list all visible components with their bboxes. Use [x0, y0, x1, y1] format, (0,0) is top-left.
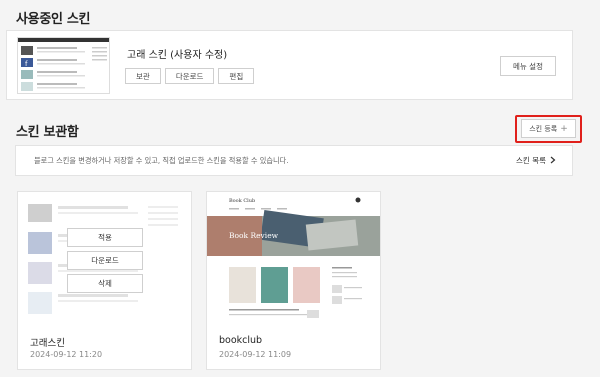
- info-bar: 블로그 스킨을 변경하거나 저장할 수 있고, 직접 업로드한 스킨을 적용할 …: [15, 145, 573, 176]
- info-text: 블로그 스킨을 변경하거나 저장할 수 있고, 직접 업로드한 스킨을 적용할 …: [34, 156, 289, 165]
- download-button[interactable]: 다운로드: [164, 68, 215, 84]
- archive-button[interactable]: 보관: [125, 68, 161, 84]
- skin-overlay-actions: 적용 다운로드 삭제: [67, 228, 143, 293]
- apply-button[interactable]: 적용: [67, 228, 143, 247]
- skin-list-label: 스킨 목록: [516, 156, 546, 165]
- register-skin-button[interactable]: 스킨 등록 +: [521, 119, 576, 138]
- skin-card[interactable]: 적용 다운로드 삭제 고래스킨 2024-09-12 11:20: [17, 191, 192, 370]
- skin-thumbnail: Book Club Book Review: [207, 192, 380, 324]
- skin-storage-title: 스킨 보관함: [16, 125, 79, 140]
- current-skin-card: f 고래 스킨 (사용자 수정) 보관 다운로드 편집 메뉴 설정: [6, 30, 573, 100]
- preview-banner-text: Book Review: [229, 231, 279, 240]
- skin-date: 2024-09-12 11:20: [30, 350, 103, 359]
- current-skin-thumbnail: f: [17, 37, 110, 94]
- register-skin-label: 스킨 등록: [529, 124, 558, 133]
- download-skin-button[interactable]: 다운로드: [67, 251, 143, 270]
- chevron-right-icon: [550, 156, 556, 166]
- menu-settings-button[interactable]: 메뉴 설정: [500, 56, 556, 76]
- skin-name: 고래스킨: [30, 338, 65, 349]
- skin-name: bookclub: [219, 335, 263, 346]
- edit-button[interactable]: 편집: [218, 68, 255, 84]
- current-skin-actions: 보관 다운로드 편집: [125, 68, 255, 84]
- skin-thumbnail: 적용 다운로드 삭제: [18, 192, 191, 324]
- delete-button[interactable]: 삭제: [67, 274, 143, 293]
- current-skin-title: 사용중인 스킨: [16, 12, 91, 27]
- skin-list-link[interactable]: 스킨 목록: [516, 155, 556, 166]
- skin-card[interactable]: Book Club Book Review bookclub 2024-09-1…: [206, 191, 381, 370]
- current-skin-name: 고래 스킨 (사용자 수정): [127, 50, 228, 61]
- preview-site-title: Book Club: [229, 198, 255, 204]
- skin-date: 2024-09-12 11:09: [219, 350, 292, 359]
- plus-icon: +: [560, 123, 568, 134]
- skin-settings-page: 사용중인 스킨 f 고래 스킨 (사용자 수정) 보관 다운로드 편집 메뉴 설…: [0, 0, 600, 377]
